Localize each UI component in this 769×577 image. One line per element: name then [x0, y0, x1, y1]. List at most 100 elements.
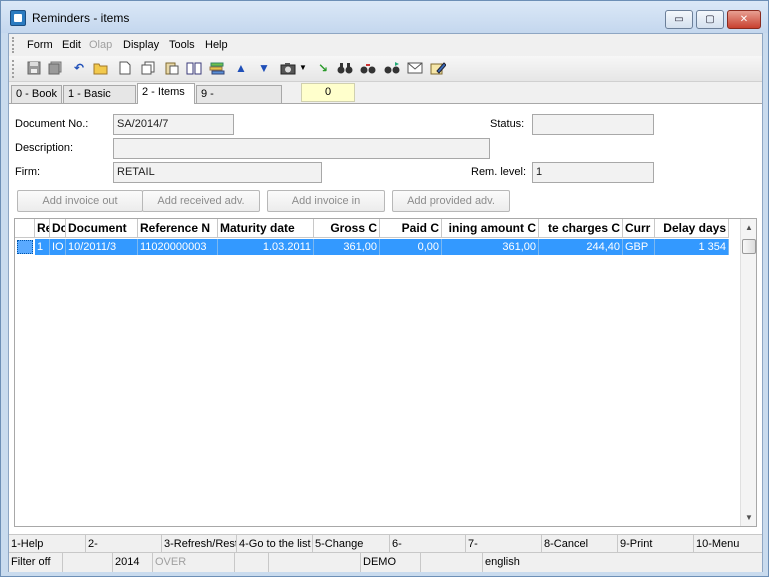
- menubar-grip[interactable]: [12, 37, 15, 53]
- fkey-help[interactable]: 1-Help: [9, 535, 86, 553]
- fkey-print[interactable]: 9-Print: [618, 535, 694, 553]
- toolbar-grip[interactable]: [12, 60, 15, 78]
- fkey-go-to-list[interactable]: 4-Go to the list: [237, 535, 313, 553]
- title-bar[interactable]: Reminders - items ▭ ▢ ✕: [1, 1, 768, 33]
- app-window: Reminders - items ▭ ▢ ✕ Form Edit Olap D…: [0, 0, 769, 577]
- column-header-reference[interactable]: Reference N: [138, 219, 218, 238]
- cell-delay-days[interactable]: 1 354: [655, 239, 729, 255]
- cell-document[interactable]: 10/2011/3: [66, 239, 138, 255]
- column-header-late-charges[interactable]: te charges C: [539, 219, 623, 238]
- status-year: 2014: [113, 553, 153, 572]
- menu-tools[interactable]: Tools: [169, 39, 195, 51]
- new-document-icon[interactable]: [117, 60, 133, 76]
- binoculars-filter-icon[interactable]: [360, 60, 376, 76]
- column-header-gross[interactable]: Gross C: [314, 219, 380, 238]
- rem-level-field[interactable]: 1: [532, 162, 654, 183]
- edit-note-icon[interactable]: [430, 60, 446, 76]
- fkey-refresh[interactable]: 3-Refresh/Rest: [162, 535, 237, 553]
- menu-olap: Olap: [89, 39, 113, 51]
- green-arrow-icon[interactable]: ↘: [315, 60, 331, 76]
- app-icon: [10, 10, 26, 26]
- binoculars-next-icon[interactable]: [384, 60, 400, 76]
- add-received-adv-button[interactable]: Add received adv.: [142, 190, 260, 212]
- record-counter: 0: [301, 83, 355, 102]
- column-header-dc[interactable]: Dc: [50, 219, 66, 238]
- add-invoice-out-button[interactable]: Add invoice out: [17, 190, 143, 212]
- add-provided-adv-button[interactable]: Add provided adv.: [392, 190, 510, 212]
- arrow-up-icon[interactable]: ▲: [233, 60, 249, 76]
- menu-help[interactable]: Help: [205, 39, 228, 51]
- open-folder-icon[interactable]: [93, 60, 109, 76]
- items-panel: Document No.: SA/2014/7 Status: Descript…: [9, 103, 762, 555]
- cell-reference[interactable]: 11020000003: [138, 239, 218, 255]
- cell-maturity-date[interactable]: 1.03.2011: [218, 239, 314, 255]
- minimize-button[interactable]: ▭: [665, 10, 693, 29]
- tab-attachments[interactable]: 9 - Attachments: [196, 85, 282, 117]
- status-cell-8: [421, 553, 483, 572]
- row-selector[interactable]: [17, 240, 33, 254]
- save-icon[interactable]: [26, 60, 42, 76]
- menu-form[interactable]: Form: [27, 39, 53, 51]
- cell-paid[interactable]: 0,00: [380, 239, 442, 255]
- status-database: DEMO: [361, 553, 421, 572]
- firm-field[interactable]: RETAIL: [113, 162, 322, 183]
- dropdown-icon[interactable]: ▼: [298, 60, 308, 76]
- document-no-label: Document No.:: [15, 118, 89, 130]
- menu-display[interactable]: Display: [123, 39, 159, 51]
- fkey-2[interactable]: 2-: [86, 535, 162, 553]
- status-mode: OVER: [153, 553, 235, 572]
- cell-re[interactable]: 1: [35, 239, 50, 255]
- maximize-button[interactable]: ▢: [696, 10, 724, 29]
- fkey-6[interactable]: 6-: [390, 535, 466, 553]
- add-invoice-in-button[interactable]: Add invoice in: [267, 190, 385, 212]
- column-header-maturity-date[interactable]: Maturity date: [218, 219, 314, 238]
- column-header-re[interactable]: Re: [35, 219, 50, 238]
- window-title: Reminders - items: [32, 11, 130, 25]
- description-label: Description:: [15, 142, 74, 154]
- column-header-remaining-amount[interactable]: ining amount C: [442, 219, 539, 238]
- fkey-change[interactable]: 5-Change: [313, 535, 390, 553]
- fkey-7[interactable]: 7-: [466, 535, 542, 553]
- binoculars-icon[interactable]: [337, 60, 353, 76]
- book-icon[interactable]: [186, 60, 202, 76]
- column-header-paid[interactable]: Paid C: [380, 219, 442, 238]
- tab-book[interactable]: 0 - Book: [11, 85, 62, 103]
- items-grid[interactable]: Re Dc Document Reference N Maturity date…: [14, 218, 757, 527]
- column-header-currency[interactable]: Curr: [623, 219, 655, 238]
- firm-label: Firm:: [15, 166, 41, 178]
- camera-icon[interactable]: [280, 60, 296, 76]
- description-field[interactable]: [113, 138, 490, 159]
- paste-document-icon[interactable]: [164, 60, 180, 76]
- column-header-document[interactable]: Document: [66, 219, 138, 238]
- document-no-field[interactable]: SA/2014/7: [113, 114, 234, 135]
- menu-bar: Form Edit Olap Display Tools Help: [9, 34, 762, 56]
- status-language: english: [485, 556, 520, 568]
- tab-basic-data[interactable]: 1 - Basic data: [63, 85, 136, 117]
- column-header-delay-days[interactable]: Delay days: [655, 219, 729, 238]
- status-filter: Filter off: [9, 553, 63, 572]
- close-button[interactable]: ✕: [727, 10, 761, 29]
- envelope-icon[interactable]: [407, 60, 423, 76]
- save-all-icon[interactable]: [47, 60, 63, 76]
- fkey-cancel[interactable]: 8-Cancel: [542, 535, 618, 553]
- cell-gross[interactable]: 361,00: [314, 239, 380, 255]
- header-row-selector: [15, 219, 35, 238]
- stack-icon[interactable]: [209, 60, 225, 76]
- scroll-down-icon[interactable]: ▼: [741, 509, 756, 526]
- undo-icon[interactable]: ↶: [71, 60, 87, 76]
- scroll-thumb[interactable]: [742, 239, 756, 254]
- fkey-menu[interactable]: 10-Menu: [694, 535, 762, 553]
- cell-late-charges[interactable]: 244,40: [539, 239, 623, 255]
- scroll-up-icon[interactable]: ▲: [741, 219, 756, 236]
- cell-dc[interactable]: IO: [50, 239, 66, 255]
- status-field[interactable]: [532, 114, 654, 135]
- status-cell-2: [63, 553, 113, 572]
- arrow-down-icon[interactable]: ▼: [256, 60, 272, 76]
- cell-remaining-amount[interactable]: 361,00: [442, 239, 539, 255]
- copy-document-icon[interactable]: [140, 60, 156, 76]
- menu-edit[interactable]: Edit: [62, 39, 81, 51]
- cell-currency[interactable]: GBP: [623, 239, 655, 255]
- function-key-bar: 1-Help 2- 3-Refresh/Rest 4-Go to the lis…: [9, 534, 762, 553]
- vertical-scrollbar[interactable]: ▲ ▼: [740, 219, 756, 526]
- tab-items[interactable]: 2 - Items: [137, 83, 195, 104]
